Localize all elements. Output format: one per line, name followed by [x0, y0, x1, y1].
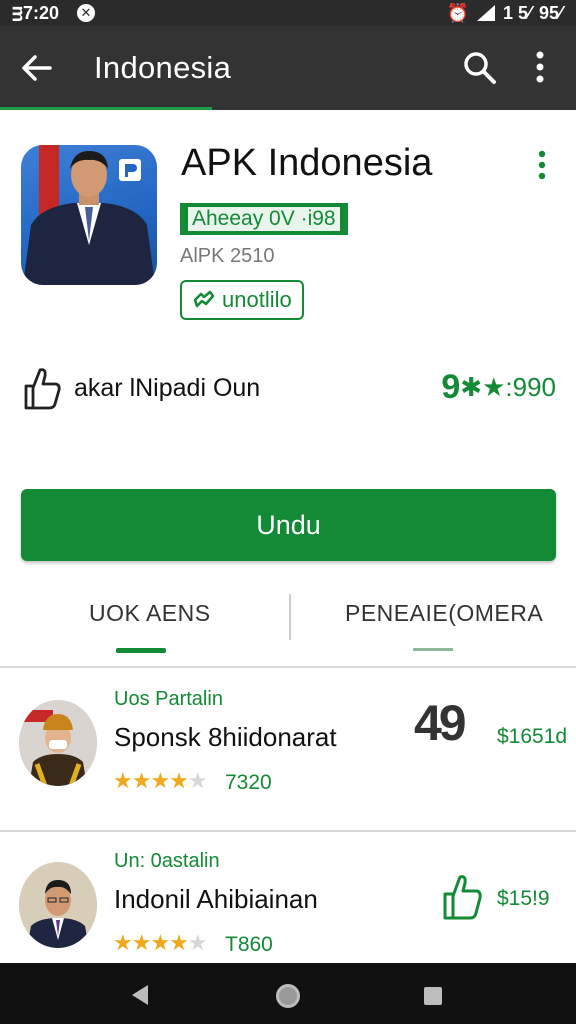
arrow-back-icon	[22, 55, 52, 81]
status-bar: ᴟ7:20 ✕ ⏰ 1 5⁄ 95⁄	[0, 0, 576, 26]
more-vert-icon	[536, 51, 544, 83]
app-bar: Indonesia	[0, 26, 576, 110]
alarm-icon: ⏰	[446, 2, 469, 23]
developer-name: Aheeay 0V ·i98	[188, 207, 340, 231]
search-icon	[464, 52, 496, 84]
developer-badge[interactable]: Aheeay 0V ·i98	[180, 203, 348, 235]
nav-recents-icon[interactable]	[424, 987, 442, 1005]
rating-stars-text: ✱★:990	[460, 372, 556, 402]
notification-x-icon: ✕	[77, 4, 95, 22]
like-row[interactable]: akar lNipadi Oun	[22, 366, 260, 410]
network-text: 1 5⁄	[502, 2, 531, 23]
tab-bar: UOK AENS PENEAIE(OMERA	[0, 590, 576, 666]
list-item[interactable]: Uos Partalin Sponsk 8hiidonarat ★★★★★ 73…	[0, 670, 576, 830]
app-overflow-button[interactable]	[537, 150, 547, 187]
item-price: $1651d	[497, 725, 568, 748]
stars-full: ★★★★	[113, 768, 189, 793]
battery-text: 95⁄	[538, 2, 562, 23]
nav-back-icon[interactable]	[132, 985, 148, 1005]
app-name: APK Indonesia	[181, 142, 433, 184]
tab-indicator-active	[116, 648, 166, 653]
like-text: akar lNipadi Oun	[74, 373, 261, 402]
loading-progress	[0, 107, 212, 110]
back-button[interactable]	[0, 54, 74, 82]
item-score: 49	[414, 695, 467, 751]
status-right: ⏰ 1 5⁄ 95⁄	[447, 3, 562, 24]
tab-first[interactable]: UOK AENS	[89, 600, 211, 627]
nav-home-icon[interactable]	[276, 984, 300, 1008]
thumbs-up-icon	[443, 875, 482, 920]
stars-empty: ★	[187, 768, 208, 793]
avatar	[19, 700, 97, 786]
item-price: $15!9	[497, 887, 550, 910]
app-icon-portrait	[23, 145, 155, 285]
tab-divider	[289, 594, 291, 640]
avatar-image	[19, 862, 97, 948]
tag-pill[interactable]: unotlilo	[180, 280, 304, 320]
tab-indicator-inactive	[413, 648, 453, 651]
more-vert-icon	[538, 150, 546, 180]
item-name: Indonil Ahibiainan	[114, 884, 318, 914]
signal-icon	[476, 5, 495, 21]
item-category: Uos Partalin	[114, 688, 223, 710]
rating-summary: 9 ✱★:990	[441, 368, 556, 407]
like-item-button[interactable]	[441, 872, 483, 925]
thumbs-up-icon	[24, 368, 61, 410]
avatar-image	[19, 700, 97, 786]
rating-value: 9	[441, 368, 461, 406]
search-button[interactable]	[462, 50, 498, 91]
star-rating: ★★★★★	[113, 930, 208, 956]
app-icon	[21, 145, 157, 285]
page-title: Indonesia	[94, 50, 232, 85]
item-name: Sponsk 8hiidonarat	[114, 722, 337, 752]
status-time: ᴟ7:20	[12, 2, 59, 23]
system-nav-bar	[0, 963, 576, 1024]
thumb-tag-icon	[193, 290, 215, 308]
stars-full: ★★★★	[113, 930, 189, 955]
app-size: AlPK 2510	[180, 245, 275, 267]
tag-label: unotlilo	[222, 287, 292, 312]
item-category: Un: 0astalin	[114, 850, 220, 872]
star-rating: ★★★★★	[113, 768, 208, 794]
stars-empty: ★	[187, 930, 208, 955]
review-count: T860	[225, 933, 273, 956]
install-button[interactable]: Undu	[21, 489, 556, 561]
tab-second[interactable]: PENEAIE(OMERA	[345, 600, 543, 627]
more-options-button[interactable]	[535, 50, 545, 89]
avatar	[19, 862, 97, 948]
tabs-divider	[0, 666, 576, 668]
review-count: 7320	[225, 771, 272, 794]
